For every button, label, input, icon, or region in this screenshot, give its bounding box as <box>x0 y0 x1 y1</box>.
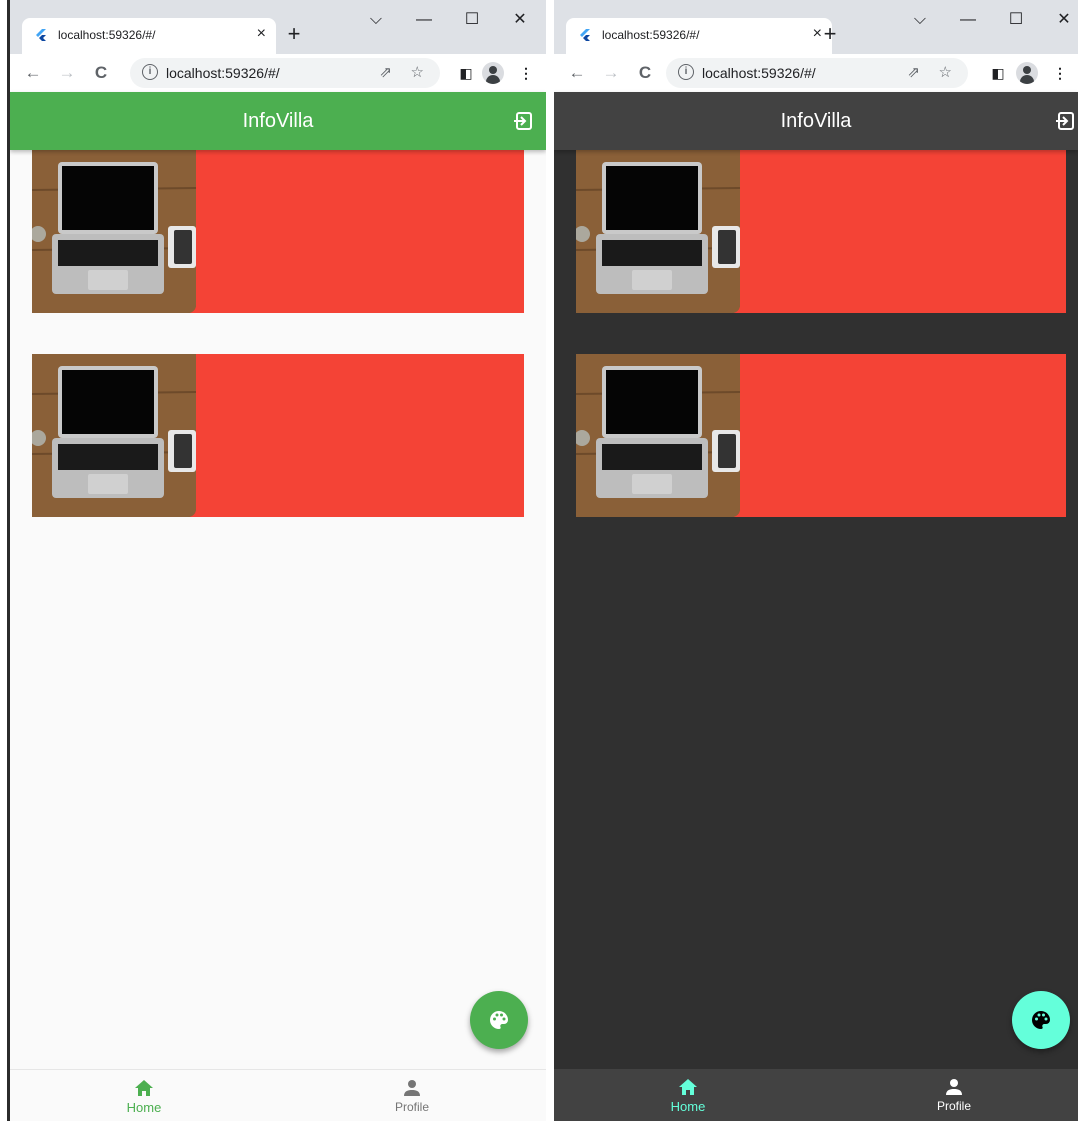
nav-label: Home <box>126 1100 162 1115</box>
url-text: localhost:59326/#/ <box>702 65 816 81</box>
app-title: InfoVilla <box>242 110 314 132</box>
star-icon[interactable]: ☆ <box>411 63 424 81</box>
bottom-navigation: Home Profile <box>10 1069 546 1121</box>
browser-window-light: localhost:59326/#/ × + ⌵ — ☐ ✕ ← → C i l… <box>10 0 546 1121</box>
tab-title: localhost:59326/#/ <box>58 28 156 42</box>
flutter-app-dark: InfoVilla Home Profile <box>554 92 1078 1121</box>
browser-toolbar: ← → C i localhost:59326/#/ ⇗ ☆ ◧ ⋮ <box>554 54 1078 92</box>
tab-search-icon[interactable]: ⌵ <box>900 6 940 34</box>
home-icon <box>679 1079 697 1095</box>
maximize-button[interactable]: ☐ <box>996 6 1036 34</box>
title-bar: localhost:59326/#/ × + ⌵ — ☐ ✕ <box>554 0 1078 54</box>
logout-icon[interactable] <box>512 110 534 132</box>
nav-item-profile[interactable]: Profile <box>352 1070 472 1121</box>
laptop-photo <box>32 354 196 517</box>
browser-tab[interactable]: localhost:59326/#/ × <box>566 18 832 54</box>
flutter-icon <box>36 29 46 41</box>
star-icon[interactable]: ☆ <box>939 63 952 81</box>
nav-label: Profile <box>936 1099 971 1113</box>
profile-avatar-icon[interactable] <box>1016 62 1038 84</box>
nav-label: Home <box>670 1099 706 1114</box>
app-bar: InfoVilla <box>10 92 546 150</box>
palette-icon <box>1032 1011 1050 1029</box>
close-window-button[interactable]: ✕ <box>500 6 540 34</box>
nav-label: Profile <box>394 1100 429 1114</box>
desktop-edge <box>0 0 10 1121</box>
profile-avatar-icon[interactable] <box>482 62 504 84</box>
tab-search-icon[interactable]: ⌵ <box>356 6 396 34</box>
tab-close-icon[interactable]: × <box>257 25 266 43</box>
share-icon[interactable]: ⇗ <box>379 63 392 81</box>
flutter-app-light: InfoVilla Home Profile <box>10 92 546 1121</box>
share-icon[interactable]: ⇗ <box>907 63 920 81</box>
laptop-photo <box>576 150 740 313</box>
kebab-menu-icon[interactable]: ⋮ <box>514 61 538 85</box>
flutter-icon <box>580 29 590 41</box>
reload-button[interactable]: C <box>88 60 114 86</box>
reload-button[interactable]: C <box>632 60 658 86</box>
back-button[interactable]: ← <box>564 60 590 86</box>
minimize-button[interactable]: — <box>404 6 444 34</box>
info-icon[interactable]: i <box>142 64 158 80</box>
card-list <box>554 150 1078 1069</box>
browser-window-dark: localhost:59326/#/ × + ⌵ — ☐ ✕ ← → C i l… <box>554 0 1078 1121</box>
title-bar: localhost:59326/#/ × + ⌵ — ☐ ✕ <box>10 0 546 54</box>
list-card[interactable] <box>576 354 1066 517</box>
list-card[interactable] <box>576 150 1066 313</box>
address-bar[interactable]: i localhost:59326/#/ ⇗ ☆ <box>666 58 968 88</box>
bottom-navigation: Home Profile <box>554 1069 1078 1121</box>
url-text: localhost:59326/#/ <box>166 65 280 81</box>
tab-title: localhost:59326/#/ <box>602 28 700 42</box>
address-bar[interactable]: i localhost:59326/#/ ⇗ ☆ <box>130 58 440 88</box>
side-panel-icon[interactable]: ◧ <box>986 61 1010 85</box>
maximize-button[interactable]: ☐ <box>452 6 492 34</box>
person-icon <box>946 1079 962 1095</box>
palette-icon <box>490 1011 508 1029</box>
nav-item-home[interactable]: Home <box>628 1069 748 1121</box>
forward-button[interactable]: → <box>598 60 624 86</box>
logout-icon[interactable] <box>1054 110 1076 132</box>
new-tab-button[interactable]: + <box>280 20 308 48</box>
kebab-menu-icon[interactable]: ⋮ <box>1048 61 1072 85</box>
app-title: InfoVilla <box>780 110 852 132</box>
new-tab-button[interactable]: + <box>816 20 844 48</box>
person-icon <box>404 1080 420 1096</box>
nav-item-profile[interactable]: Profile <box>894 1069 1014 1121</box>
minimize-button[interactable]: — <box>948 6 988 34</box>
close-window-button[interactable]: ✕ <box>1044 6 1078 34</box>
back-button[interactable]: ← <box>20 60 46 86</box>
theme-toggle-fab[interactable] <box>470 991 528 1049</box>
list-card[interactable] <box>32 150 524 313</box>
theme-toggle-fab[interactable] <box>1012 991 1070 1049</box>
browser-tab[interactable]: localhost:59326/#/ × <box>22 18 276 54</box>
forward-button[interactable]: → <box>54 60 80 86</box>
app-bar: InfoVilla <box>554 92 1078 150</box>
nav-item-home[interactable]: Home <box>84 1070 204 1121</box>
side-panel-icon[interactable]: ◧ <box>454 61 478 85</box>
laptop-photo <box>576 354 740 517</box>
browser-toolbar: ← → C i localhost:59326/#/ ⇗ ☆ ◧ ⋮ <box>10 54 546 92</box>
list-card[interactable] <box>32 354 524 517</box>
info-icon[interactable]: i <box>678 64 694 80</box>
card-list <box>10 150 546 1069</box>
laptop-photo <box>32 150 196 313</box>
home-icon <box>135 1080 153 1096</box>
